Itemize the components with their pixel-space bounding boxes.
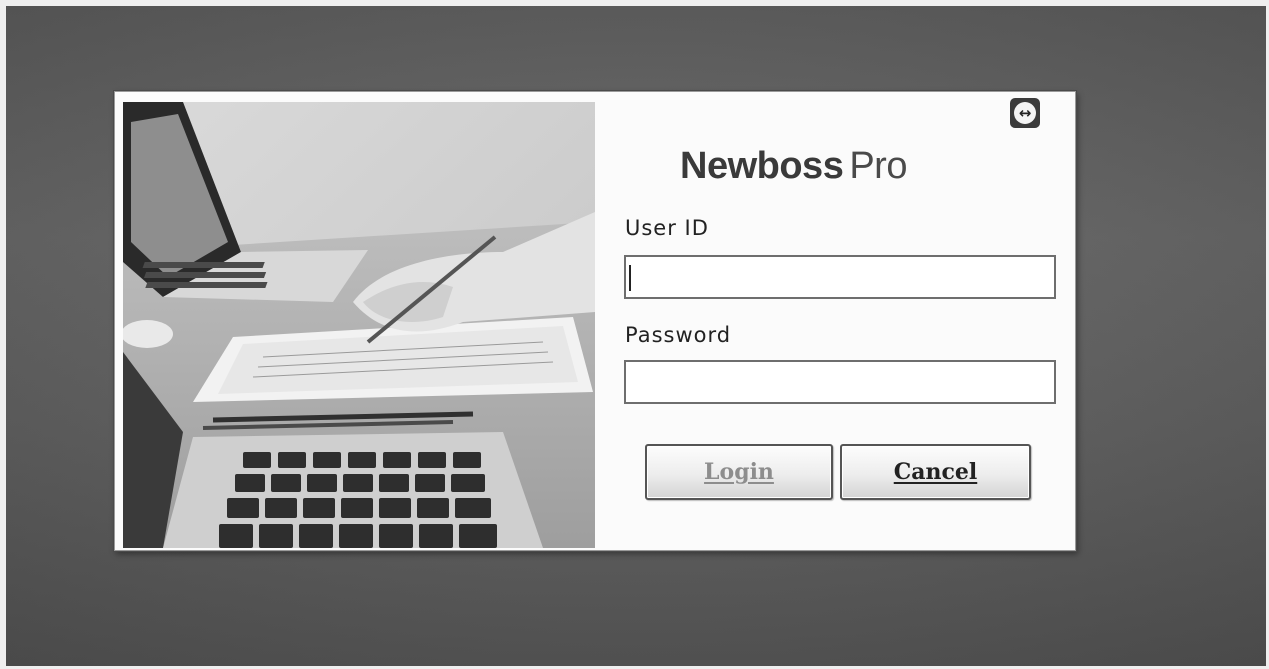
password-label: Password: [625, 323, 732, 347]
login-button-label: Login: [704, 459, 774, 485]
login-dialog: ↔ Newboss Pro User ID Password Login Canc…: [114, 91, 1076, 551]
user-id-label: User ID: [625, 216, 709, 240]
banner-image: [123, 102, 595, 548]
brand-name-light: Pro: [849, 145, 907, 187]
user-id-input[interactable]: [624, 255, 1056, 299]
text-cursor: [629, 265, 631, 291]
password-input[interactable]: [624, 360, 1056, 404]
cancel-button[interactable]: Cancel: [840, 444, 1031, 500]
double-arrow-icon: ↔: [1014, 102, 1036, 124]
teamviewer-icon[interactable]: ↔: [1010, 98, 1040, 128]
login-button[interactable]: Login: [645, 444, 833, 500]
app-logo: Newboss Pro: [680, 145, 907, 188]
cancel-button-label: Cancel: [893, 459, 978, 485]
brand-name-bold: Newboss: [680, 145, 844, 187]
